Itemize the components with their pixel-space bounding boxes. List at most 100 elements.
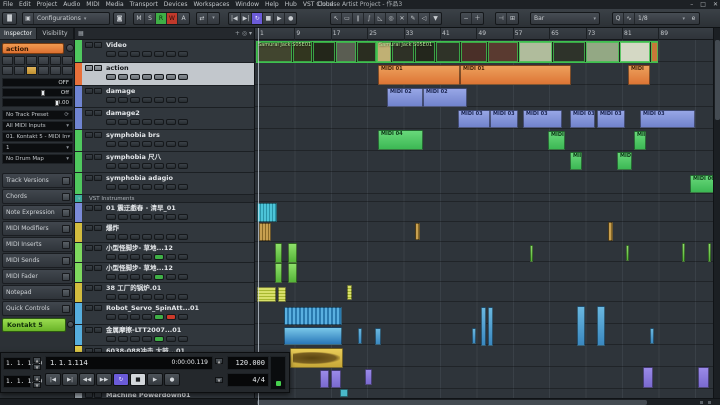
automation-button[interactable]	[154, 294, 164, 300]
midi-part[interactable]: MIDI 01	[378, 65, 460, 85]
midi-part[interactable]	[472, 328, 476, 344]
folder-open-icon[interactable]: ▾	[78, 195, 81, 203]
automation-button[interactable]	[154, 119, 164, 125]
monitor-button[interactable]	[118, 274, 128, 280]
midi-part[interactable]	[331, 370, 341, 388]
track-row[interactable]: 38 工厂的锅炉.01	[75, 283, 255, 303]
midi-part[interactable]	[275, 263, 282, 283]
autoscroll-button[interactable]: ⇄▾	[196, 12, 220, 25]
midi-channel-button[interactable]	[142, 119, 152, 125]
midi-part[interactable]	[257, 287, 276, 302]
monitor-button[interactable]	[118, 163, 128, 169]
midi-part[interactable]	[708, 243, 711, 262]
midi-part[interactable]	[320, 370, 329, 388]
record-enable-button[interactable]	[106, 336, 116, 342]
inspector-field-4[interactable]: No Drum Map▾	[2, 154, 73, 164]
edit-channel-button[interactable]	[130, 314, 140, 320]
section-button-icon[interactable]	[62, 273, 70, 281]
edit-channel-button[interactable]	[130, 274, 140, 280]
record-enable-button[interactable]	[106, 294, 116, 300]
automation-button[interactable]	[154, 184, 164, 190]
section-button-icon[interactable]	[62, 289, 70, 297]
monitor-button[interactable]	[118, 74, 128, 80]
midi-channel-button[interactable]	[142, 336, 152, 342]
midi-part[interactable]	[278, 287, 286, 302]
mute-button[interactable]	[85, 327, 93, 333]
automation-button[interactable]	[154, 214, 164, 220]
grid-type-dropdown[interactable]: Bar▾	[530, 12, 600, 25]
midi-part[interactable]	[488, 307, 493, 346]
automation-button[interactable]	[154, 234, 164, 240]
section-button-icon[interactable]	[62, 257, 70, 265]
tab-inspector[interactable]: Inspector	[0, 28, 37, 40]
midi-channel-button[interactable]	[142, 184, 152, 190]
play-icon[interactable]: ▶	[147, 373, 163, 386]
freeze-button[interactable]	[166, 141, 176, 147]
maximize-icon[interactable]: □	[700, 0, 706, 9]
lane-display-button[interactable]	[178, 51, 188, 57]
object-selection-tool-icon[interactable]: ↖	[331, 13, 342, 24]
setup-window-layout-icon[interactable]: ▐▌	[3, 13, 16, 24]
record-enable-button[interactable]	[106, 314, 116, 320]
inspector-section-midi-fader[interactable]: MIDI Fader	[2, 269, 73, 284]
configurations-dropdown[interactable]: ▣ Configurations▾	[22, 12, 110, 25]
midi-part[interactable]: MIDI	[617, 152, 632, 170]
menu-hub[interactable]: Hub	[285, 0, 297, 9]
midi-part[interactable]	[577, 306, 585, 346]
tempo-spinner-down[interactable]: ▼	[215, 377, 223, 383]
menu-audio[interactable]: Audio	[63, 0, 80, 9]
mute-button[interactable]	[85, 88, 93, 94]
inspector-section-notepad[interactable]: Notepad	[2, 285, 73, 300]
nudge-left-icon[interactable]: −	[461, 13, 472, 24]
lane-display-button[interactable]	[178, 184, 188, 190]
erase-tool-icon[interactable]: ◺	[375, 13, 386, 24]
midi-channel-button[interactable]	[142, 141, 152, 147]
edit-channel-button[interactable]	[130, 254, 140, 260]
inspector-field-1[interactable]: All MIDI Inputs▾	[2, 121, 73, 131]
section-button-icon[interactable]	[62, 241, 70, 249]
section-button-icon[interactable]	[62, 305, 70, 313]
track-row[interactable]: action	[75, 63, 255, 86]
slider-handle[interactable]	[41, 90, 45, 96]
menu-edit[interactable]: Edit	[19, 0, 31, 9]
freeze-button[interactable]	[166, 314, 176, 320]
track-row[interactable]: symphobia adagio	[75, 173, 255, 195]
mute-button[interactable]	[85, 305, 93, 311]
solo-button[interactable]	[94, 285, 102, 291]
automation-button[interactable]	[154, 336, 164, 342]
audio-event[interactable]	[259, 223, 271, 241]
menu-devices[interactable]: Devices	[164, 0, 188, 9]
monitor-button[interactable]	[118, 184, 128, 190]
inspector-mini-button[interactable]	[62, 66, 73, 75]
snap-buttons[interactable]: ⊣⊞	[495, 12, 519, 25]
track-row[interactable]: Video	[75, 40, 255, 63]
instrument-edit-icon[interactable]	[67, 321, 74, 328]
record-enable-button[interactable]	[106, 274, 116, 280]
go-to-end-icon[interactable]: ▶|	[241, 13, 253, 24]
solo-button[interactable]	[94, 327, 102, 333]
horizontal-scroll-handle[interactable]	[257, 400, 647, 405]
slider-handle[interactable]	[55, 100, 59, 106]
edit-channel-button[interactable]	[130, 163, 140, 169]
automation-button[interactable]	[154, 97, 164, 103]
rewind-icon[interactable]: ◀◀	[79, 373, 95, 386]
automation-button[interactable]	[154, 51, 164, 57]
track-row[interactable]: symphobia 尺八	[75, 152, 255, 173]
time-signature-display[interactable]: 4/4	[227, 373, 269, 387]
midi-part[interactable]	[530, 245, 533, 262]
freeze-button[interactable]	[166, 51, 176, 57]
mute-button[interactable]	[85, 225, 93, 231]
midi-channel-button[interactable]	[142, 294, 152, 300]
menu-help[interactable]: Help	[265, 0, 279, 9]
record-enable-button[interactable]	[106, 97, 116, 103]
midi-part[interactable]: MID	[570, 152, 582, 170]
audio-event[interactable]	[608, 222, 613, 241]
draw-tool-icon[interactable]: ✎	[408, 13, 419, 24]
close-icon[interactable]: ✕	[713, 0, 718, 9]
midi-channel-button[interactable]	[142, 51, 152, 57]
menu-workspaces[interactable]: Workspaces	[193, 0, 229, 9]
edit-channel-settings-icon[interactable]	[66, 44, 74, 52]
monitor-button[interactable]	[118, 234, 128, 240]
automation-button[interactable]	[154, 163, 164, 169]
solo-button[interactable]	[94, 175, 102, 181]
